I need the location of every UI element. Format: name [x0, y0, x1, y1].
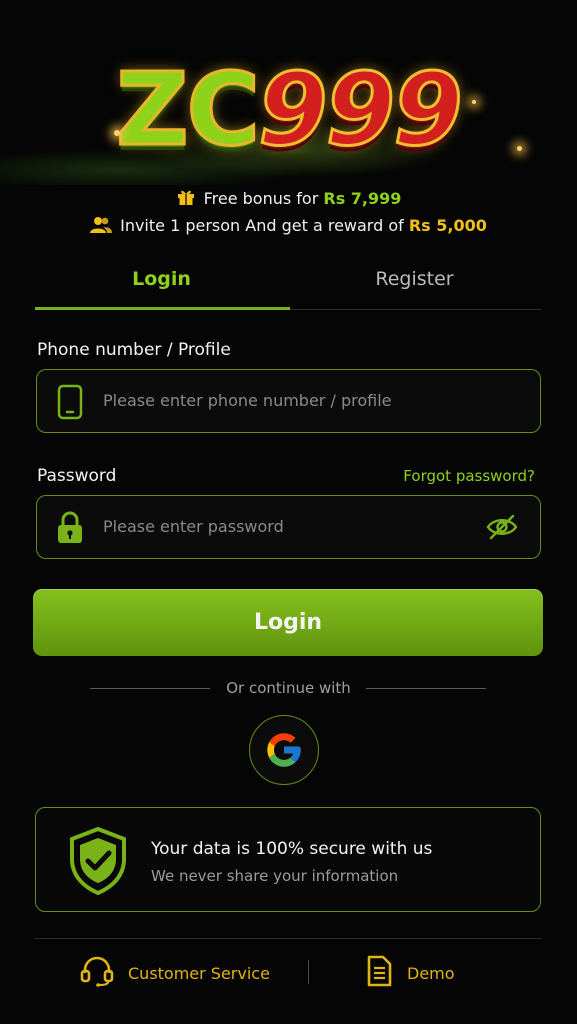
- bonus-promo: Free bonus for Rs 7,999: [0, 187, 577, 211]
- footer-separator: [308, 960, 309, 984]
- security-notice: Your data is 100% secure with us We neve…: [35, 807, 541, 912]
- hero-banner: ZC999: [0, 0, 577, 185]
- brand-logo: ZC999: [0, 51, 577, 168]
- eye-off-icon[interactable]: [486, 514, 518, 544]
- password-field[interactable]: Please enter password: [36, 495, 541, 559]
- invite-amount: Rs 5,000: [408, 216, 487, 235]
- demo-label: Demo: [407, 963, 455, 983]
- phone-input[interactable]: Please enter phone number / profile: [103, 391, 391, 410]
- tab-login[interactable]: Login: [35, 268, 288, 290]
- google-login-button[interactable]: [249, 715, 319, 785]
- lock-icon: [55, 510, 85, 550]
- users-icon: [90, 216, 113, 238]
- auth-tabs: Login Register: [35, 258, 541, 310]
- forgot-password-link[interactable]: Forgot password?: [403, 467, 535, 485]
- demo-button[interactable]: Demo: [365, 955, 455, 991]
- security-title: Your data is 100% secure with us: [151, 839, 433, 859]
- bonus-text: Free bonus for: [203, 189, 324, 208]
- headset-icon: [80, 955, 114, 991]
- sparkle-decoration: [472, 100, 476, 104]
- active-tab-indicator: [35, 307, 290, 310]
- sparkle-decoration: [517, 146, 522, 151]
- password-label: Password: [37, 466, 117, 486]
- phone-icon: [55, 384, 85, 424]
- logo-text-secondary: 999: [257, 51, 465, 168]
- logo-text-primary: ZC: [115, 51, 262, 168]
- tab-register[interactable]: Register: [288, 268, 541, 290]
- shield-check-icon: [66, 826, 130, 900]
- continue-with-text: Or continue with: [226, 679, 351, 697]
- invite-text: Invite 1 person And get a reward of: [120, 216, 409, 235]
- document-icon: [365, 955, 393, 991]
- invite-promo: Invite 1 person And get a reward of Rs 5…: [0, 216, 577, 238]
- gift-icon: [176, 187, 196, 211]
- footer-divider: [35, 938, 541, 939]
- sparkle-decoration: [114, 130, 120, 136]
- password-input[interactable]: Please enter password: [103, 517, 284, 536]
- customer-service-button[interactable]: Customer Service: [80, 955, 270, 991]
- phone-label: Phone number / Profile: [37, 340, 231, 360]
- phone-field[interactable]: Please enter phone number / profile: [36, 369, 541, 433]
- security-subtitle: We never share your information: [151, 867, 399, 885]
- bonus-amount: Rs 7,999: [323, 189, 402, 208]
- divider-right: [366, 688, 486, 689]
- login-button[interactable]: Login: [33, 589, 543, 656]
- customer-service-label: Customer Service: [128, 963, 270, 983]
- google-icon: [267, 733, 301, 767]
